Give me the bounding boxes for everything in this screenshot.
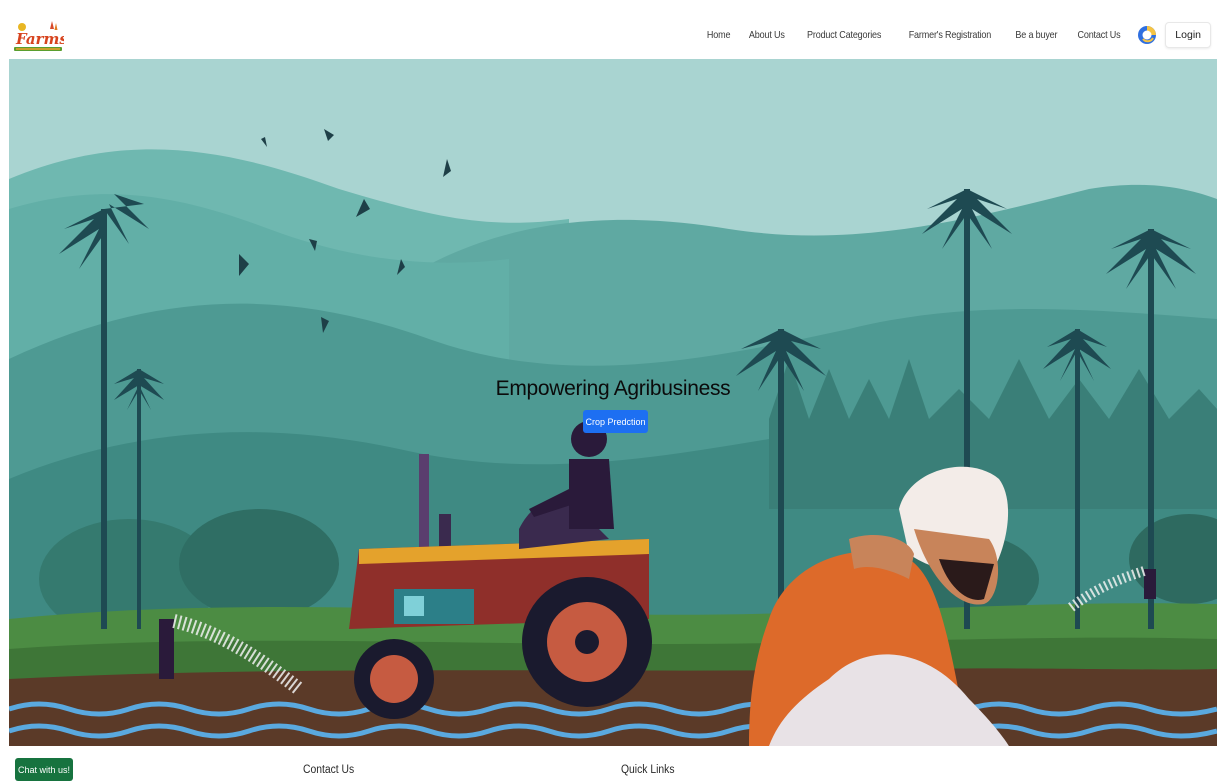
logo-text: Farmse bbox=[15, 30, 64, 48]
theme-toggle-icon[interactable] bbox=[1137, 25, 1157, 45]
nav-link-be-a-buyer[interactable]: Be a buyer bbox=[1009, 29, 1063, 41]
farm-illustration bbox=[9, 59, 1217, 746]
farmse-logo-icon: Farmse bbox=[14, 20, 64, 51]
nav-links: Home About Us Product Categories Farmer'… bbox=[698, 21, 1211, 48]
login-button[interactable]: Login bbox=[1165, 21, 1211, 48]
brand-logo[interactable]: Farmse bbox=[12, 15, 64, 55]
nav-link-home[interactable]: Home bbox=[701, 29, 736, 41]
nav-link-contact-us[interactable]: Contact Us bbox=[1072, 29, 1127, 41]
footer: Chat with us! Contact Us Quick Links bbox=[0, 746, 1221, 781]
nav-link-product-categories[interactable]: Product Categories bbox=[801, 29, 887, 41]
hero-banner: Empowering Agribusiness Crop Predction bbox=[9, 59, 1217, 746]
footer-contact-heading: Contact Us bbox=[303, 764, 355, 776]
navbar: Farmse Home About Us Product Categories … bbox=[9, 10, 1217, 59]
crop-prediction-button[interactable]: Crop Predction bbox=[583, 410, 648, 433]
footer-quick-links-heading: Quick Links bbox=[621, 764, 675, 776]
nav-link-farmers-registration[interactable]: Farmer's Registration bbox=[902, 29, 996, 41]
hero-title: Empowering Agribusiness bbox=[495, 377, 731, 400]
chat-button[interactable]: Chat with us! bbox=[15, 758, 73, 781]
nav-link-about-us[interactable]: About Us bbox=[743, 29, 791, 41]
